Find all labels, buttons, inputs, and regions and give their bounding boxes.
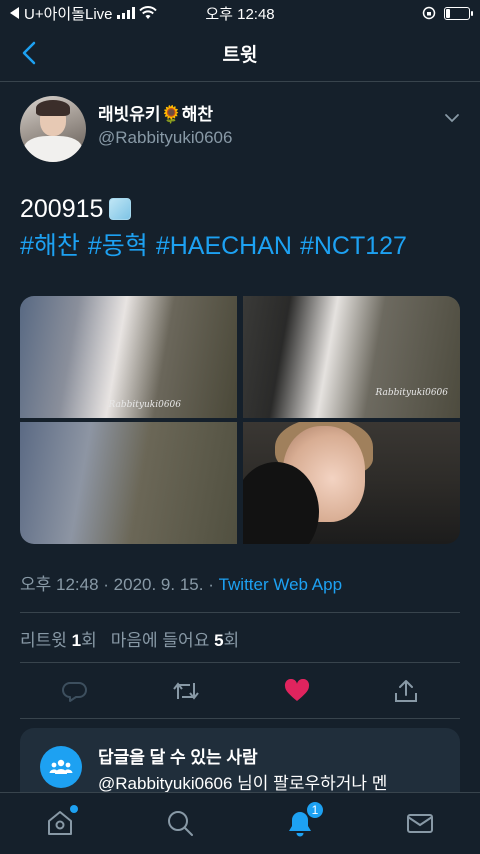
home-icon	[48, 811, 72, 835]
tweet: 래빗유키🌻해찬 @Rabbityuki0606 200915 #해찬 #동혁 #HA…	[20, 96, 460, 264]
divider	[20, 662, 460, 663]
tweet-actions	[20, 672, 460, 710]
retweet-unit: 회	[81, 631, 97, 650]
retweet-count: 1	[71, 631, 82, 650]
like-count: 5	[214, 631, 224, 650]
tweet-body: 200915	[20, 195, 104, 223]
nav-header: 트윗	[0, 26, 480, 82]
like-stat-label: 마음에 들어요	[110, 631, 210, 650]
heart-filled-icon	[284, 679, 310, 701]
tweet-meta: 오후 12:48 · 2020. 9. 15. · Twitter Web Ap…	[20, 570, 342, 595]
chevron-down-icon	[445, 114, 459, 123]
status-left: U+아이돌Live	[10, 3, 157, 24]
retweet-stat-label: 리트윗	[20, 631, 67, 650]
avatar[interactable]	[20, 96, 86, 162]
reply-restriction-title: 답글을 달 수 있는 사람	[98, 748, 258, 767]
meta-separator: ·	[98, 575, 114, 594]
avatar-hair-shape	[36, 100, 70, 116]
divider	[20, 612, 460, 613]
bottom-tab-bar: 1	[0, 792, 480, 854]
chevron-left-icon	[22, 41, 36, 65]
retweet-icon	[173, 682, 199, 700]
tab-search[interactable]	[166, 809, 194, 837]
tweet-date: 2020. 9. 15.	[113, 575, 204, 594]
new-content-dot	[70, 805, 78, 813]
avatar-body-shape	[24, 136, 82, 162]
media-grid: Rabbityuki0606 Rabbityuki0606	[20, 296, 460, 544]
hashtag-haechan[interactable]: #HAECHAN	[156, 232, 292, 260]
tweet-source-link[interactable]: Twitter Web App	[219, 575, 342, 594]
status-right	[422, 6, 473, 20]
search-icon	[168, 811, 193, 836]
share-icon	[395, 680, 417, 702]
status-time: 오후 12:48	[205, 5, 275, 23]
retweet-stat[interactable]: 리트윗 1회	[20, 626, 97, 651]
divider	[20, 718, 460, 719]
page-title: 트윗	[222, 45, 258, 66]
hashtag-haechan-kr[interactable]: #해찬	[20, 232, 80, 260]
tweet-photo-4[interactable]	[243, 422, 460, 544]
tab-messages[interactable]	[406, 809, 434, 837]
battery-icon	[444, 6, 473, 20]
battery-level	[446, 8, 451, 18]
ice-cube-emoji-icon	[109, 198, 132, 220]
tweet-time: 오후 12:48	[20, 575, 99, 594]
display-name: 래빗유키🌻해찬	[98, 105, 214, 124]
mail-icon	[407, 814, 433, 833]
photo-watermark: Rabbityuki0606	[375, 388, 448, 398]
tweet-photo-1[interactable]: Rabbityuki0606	[20, 296, 237, 418]
reply-icon	[62, 682, 87, 702]
tab-notifications[interactable]: 1	[286, 801, 324, 837]
carrier-label: U+아이돌Live	[24, 5, 113, 23]
people-icon	[40, 746, 82, 788]
back-button[interactable]	[14, 38, 44, 68]
cellular-signal-icon	[116, 7, 135, 19]
photo-watermark: Rabbityuki0606	[108, 400, 181, 410]
author-row: 래빗유키🌻해찬 @Rabbityuki0606	[20, 96, 460, 162]
like-stat[interactable]: 마음에 들어요 5회	[111, 626, 239, 651]
hashtag-donghyuck[interactable]: #동혁	[88, 232, 148, 260]
user-handle: @Rabbityuki0606	[98, 128, 233, 147]
tweet-text: 200915	[20, 190, 460, 228]
like-button[interactable]	[284, 679, 310, 703]
tweet-stats: 리트윗 1회 마음에 들어요 5회	[20, 626, 239, 651]
back-to-app-icon	[10, 7, 19, 19]
hashtag-nct127[interactable]: #NCT127	[300, 232, 407, 260]
like-unit: 회	[223, 631, 240, 650]
meta-separator: ·	[203, 575, 219, 594]
more-options-button[interactable]	[444, 110, 460, 128]
retweet-button[interactable]	[172, 679, 200, 703]
hashtag-list: #해찬 #동혁 #HAECHAN #NCT127	[20, 228, 460, 264]
share-button[interactable]	[394, 679, 418, 703]
reply-button[interactable]	[62, 679, 88, 703]
orientation-lock-icon	[422, 6, 436, 20]
notification-badge: 1	[306, 801, 324, 819]
tweet-photo-3[interactable]	[20, 422, 237, 544]
tweet-photo-2[interactable]: Rabbityuki0606	[243, 296, 460, 418]
status-bar: U+아이돌Live 오후 12:48	[0, 0, 480, 26]
wifi-icon	[138, 6, 157, 19]
tab-home[interactable]	[46, 805, 78, 837]
author-info[interactable]: 래빗유키🌻해찬 @Rabbityuki0606	[98, 104, 232, 150]
